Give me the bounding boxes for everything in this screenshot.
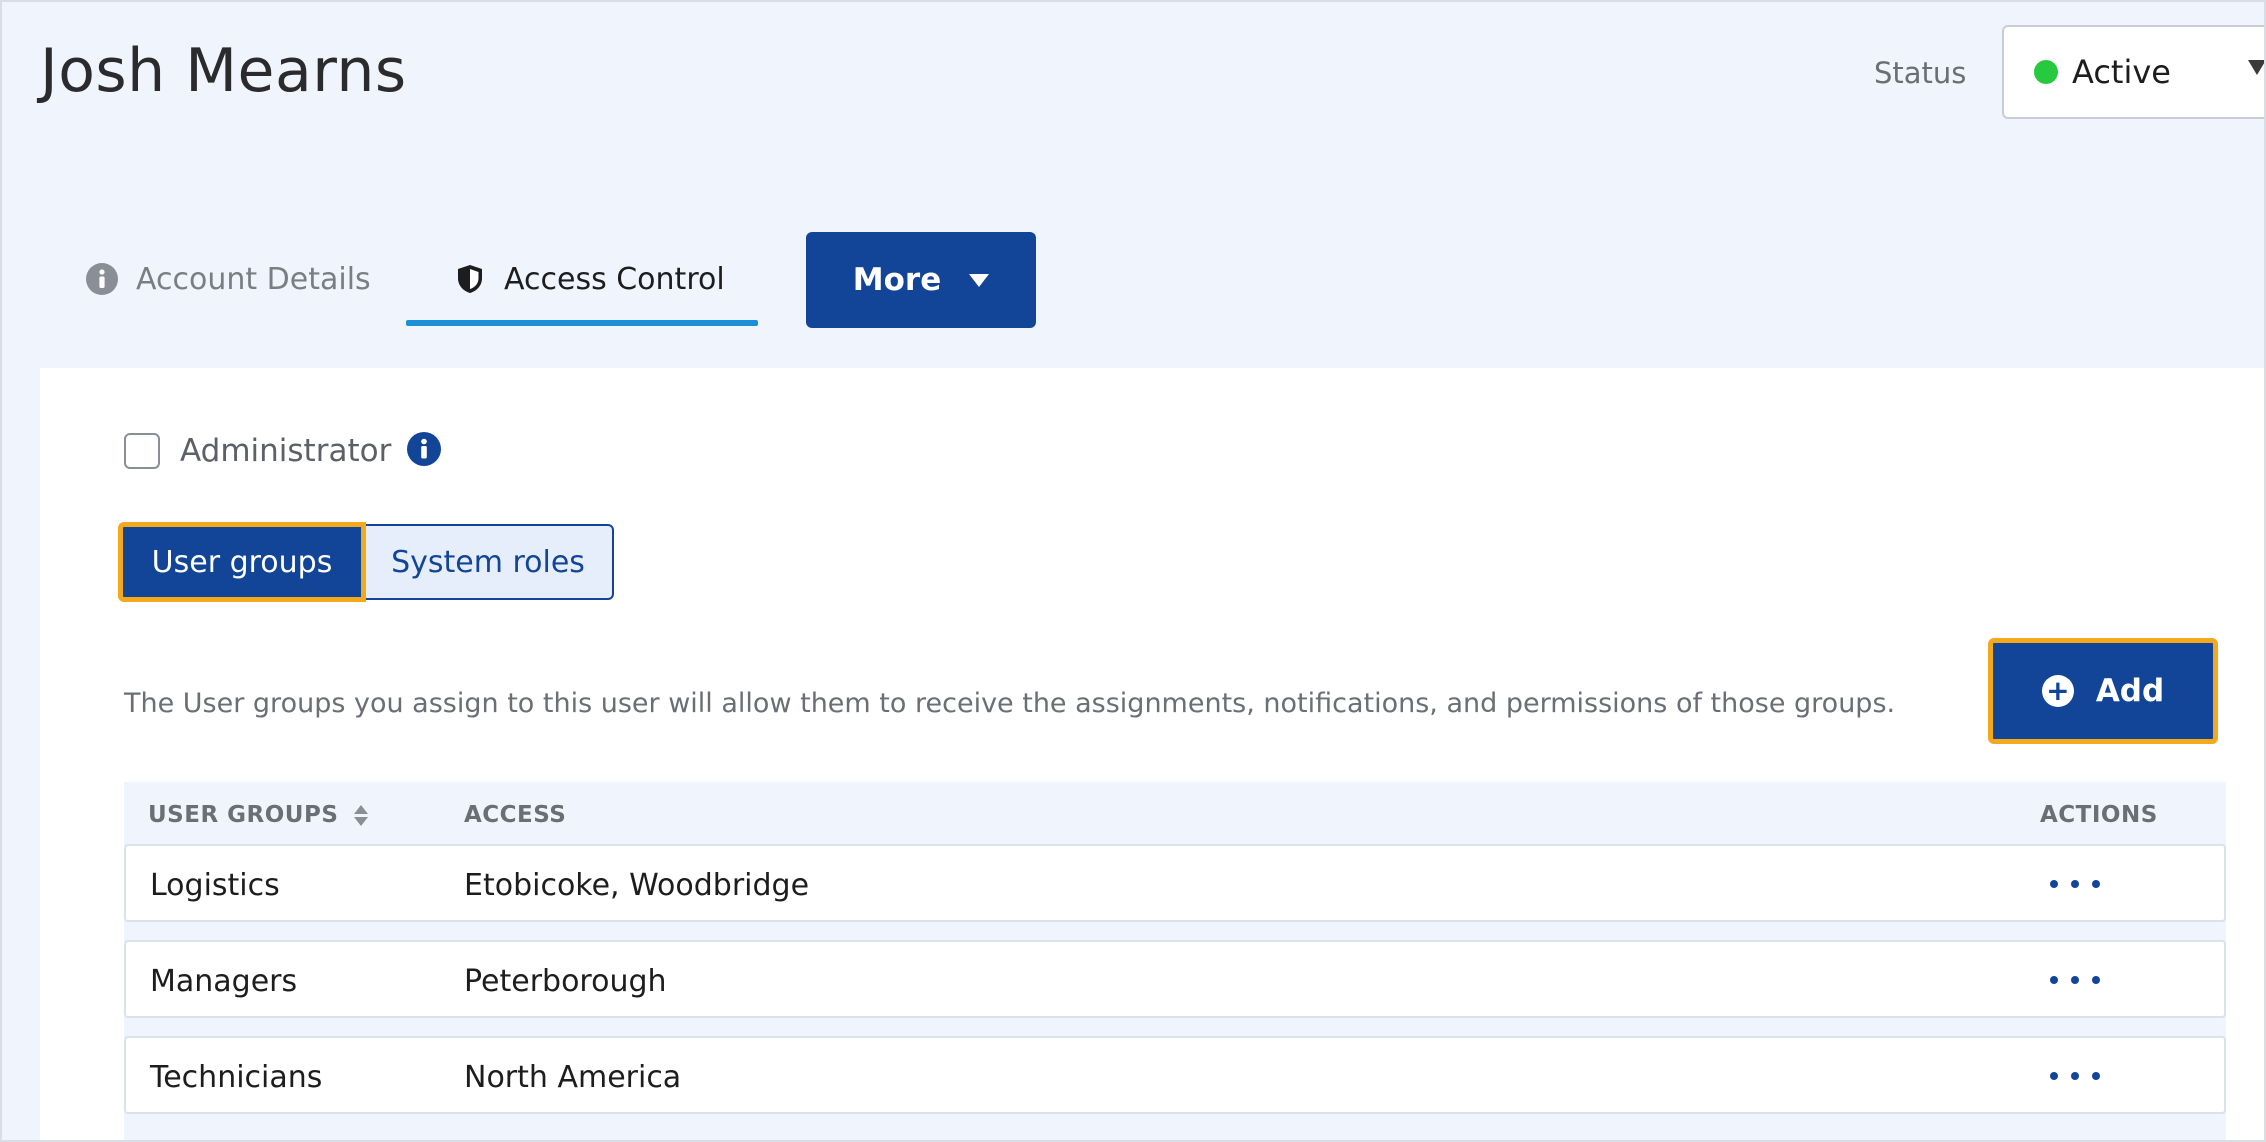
tab-access-control-label: Access Control bbox=[504, 261, 725, 297]
row-actions-menu-icon[interactable] bbox=[2050, 864, 2100, 904]
segment-user-groups[interactable]: User groups bbox=[118, 522, 366, 602]
status-label: Status bbox=[1874, 56, 1967, 90]
info-icon[interactable] bbox=[407, 432, 442, 470]
tab-access-control[interactable]: Access Control bbox=[454, 232, 725, 326]
caret-down-icon[interactable] bbox=[2248, 60, 2266, 75]
access-type-toggle: User groups System roles bbox=[118, 522, 614, 602]
caret-down-icon bbox=[969, 273, 990, 287]
info-icon bbox=[86, 263, 118, 295]
cell-access: North America bbox=[464, 1060, 682, 1095]
cell-user-group: Managers bbox=[150, 964, 298, 999]
administrator-label: Administrator bbox=[180, 433, 392, 469]
administrator-row: Administrator bbox=[124, 432, 442, 470]
cell-access: Peterborough bbox=[464, 964, 667, 999]
table-row: Technicians North America bbox=[124, 1036, 2226, 1114]
segment-system-roles[interactable]: System roles bbox=[364, 524, 614, 600]
page-title: Josh Mearns bbox=[40, 36, 407, 106]
more-button-label: More bbox=[852, 262, 942, 298]
row-actions-menu-icon[interactable] bbox=[2050, 960, 2100, 1000]
table-header: USER GROUPS ACCESS ACTIONS bbox=[124, 782, 2226, 844]
add-button-label: Add bbox=[2095, 673, 2165, 709]
user-groups-description: The User groups you assign to this user … bbox=[124, 688, 1896, 719]
status-value: Active bbox=[2072, 53, 2171, 91]
user-groups-table: USER GROUPS ACCESS ACTIONS Logistics Eto… bbox=[124, 782, 2226, 1142]
cell-user-group: Technicians bbox=[150, 1060, 323, 1095]
add-user-group-button[interactable]: + Add bbox=[1988, 638, 2218, 744]
status-select[interactable]: Active bbox=[2002, 25, 2266, 119]
cell-access: Etobicoke, Woodbridge bbox=[464, 868, 810, 903]
table-row: Managers Peterborough bbox=[124, 940, 2226, 1018]
more-button[interactable]: More bbox=[806, 232, 1036, 328]
plus-circle-icon: + bbox=[2041, 675, 2074, 707]
active-tab-indicator bbox=[406, 320, 758, 326]
column-header-user-groups[interactable]: USER GROUPS bbox=[148, 802, 369, 828]
tab-account-details[interactable]: Account Details bbox=[86, 232, 371, 326]
shield-icon bbox=[454, 263, 486, 295]
table-row: Logistics Etobicoke, Woodbridge bbox=[124, 844, 2226, 922]
status-dot-icon bbox=[2034, 60, 2058, 84]
row-actions-menu-icon[interactable] bbox=[2050, 1056, 2100, 1096]
administrator-checkbox[interactable] bbox=[124, 433, 160, 469]
column-header-actions: ACTIONS bbox=[2040, 802, 2158, 828]
tab-account-details-label: Account Details bbox=[136, 261, 371, 297]
column-header-access: ACCESS bbox=[464, 802, 567, 828]
cell-user-group: Logistics bbox=[150, 868, 280, 903]
column-header-user-groups-label: USER GROUPS bbox=[148, 802, 339, 828]
sort-icon[interactable] bbox=[354, 804, 369, 826]
